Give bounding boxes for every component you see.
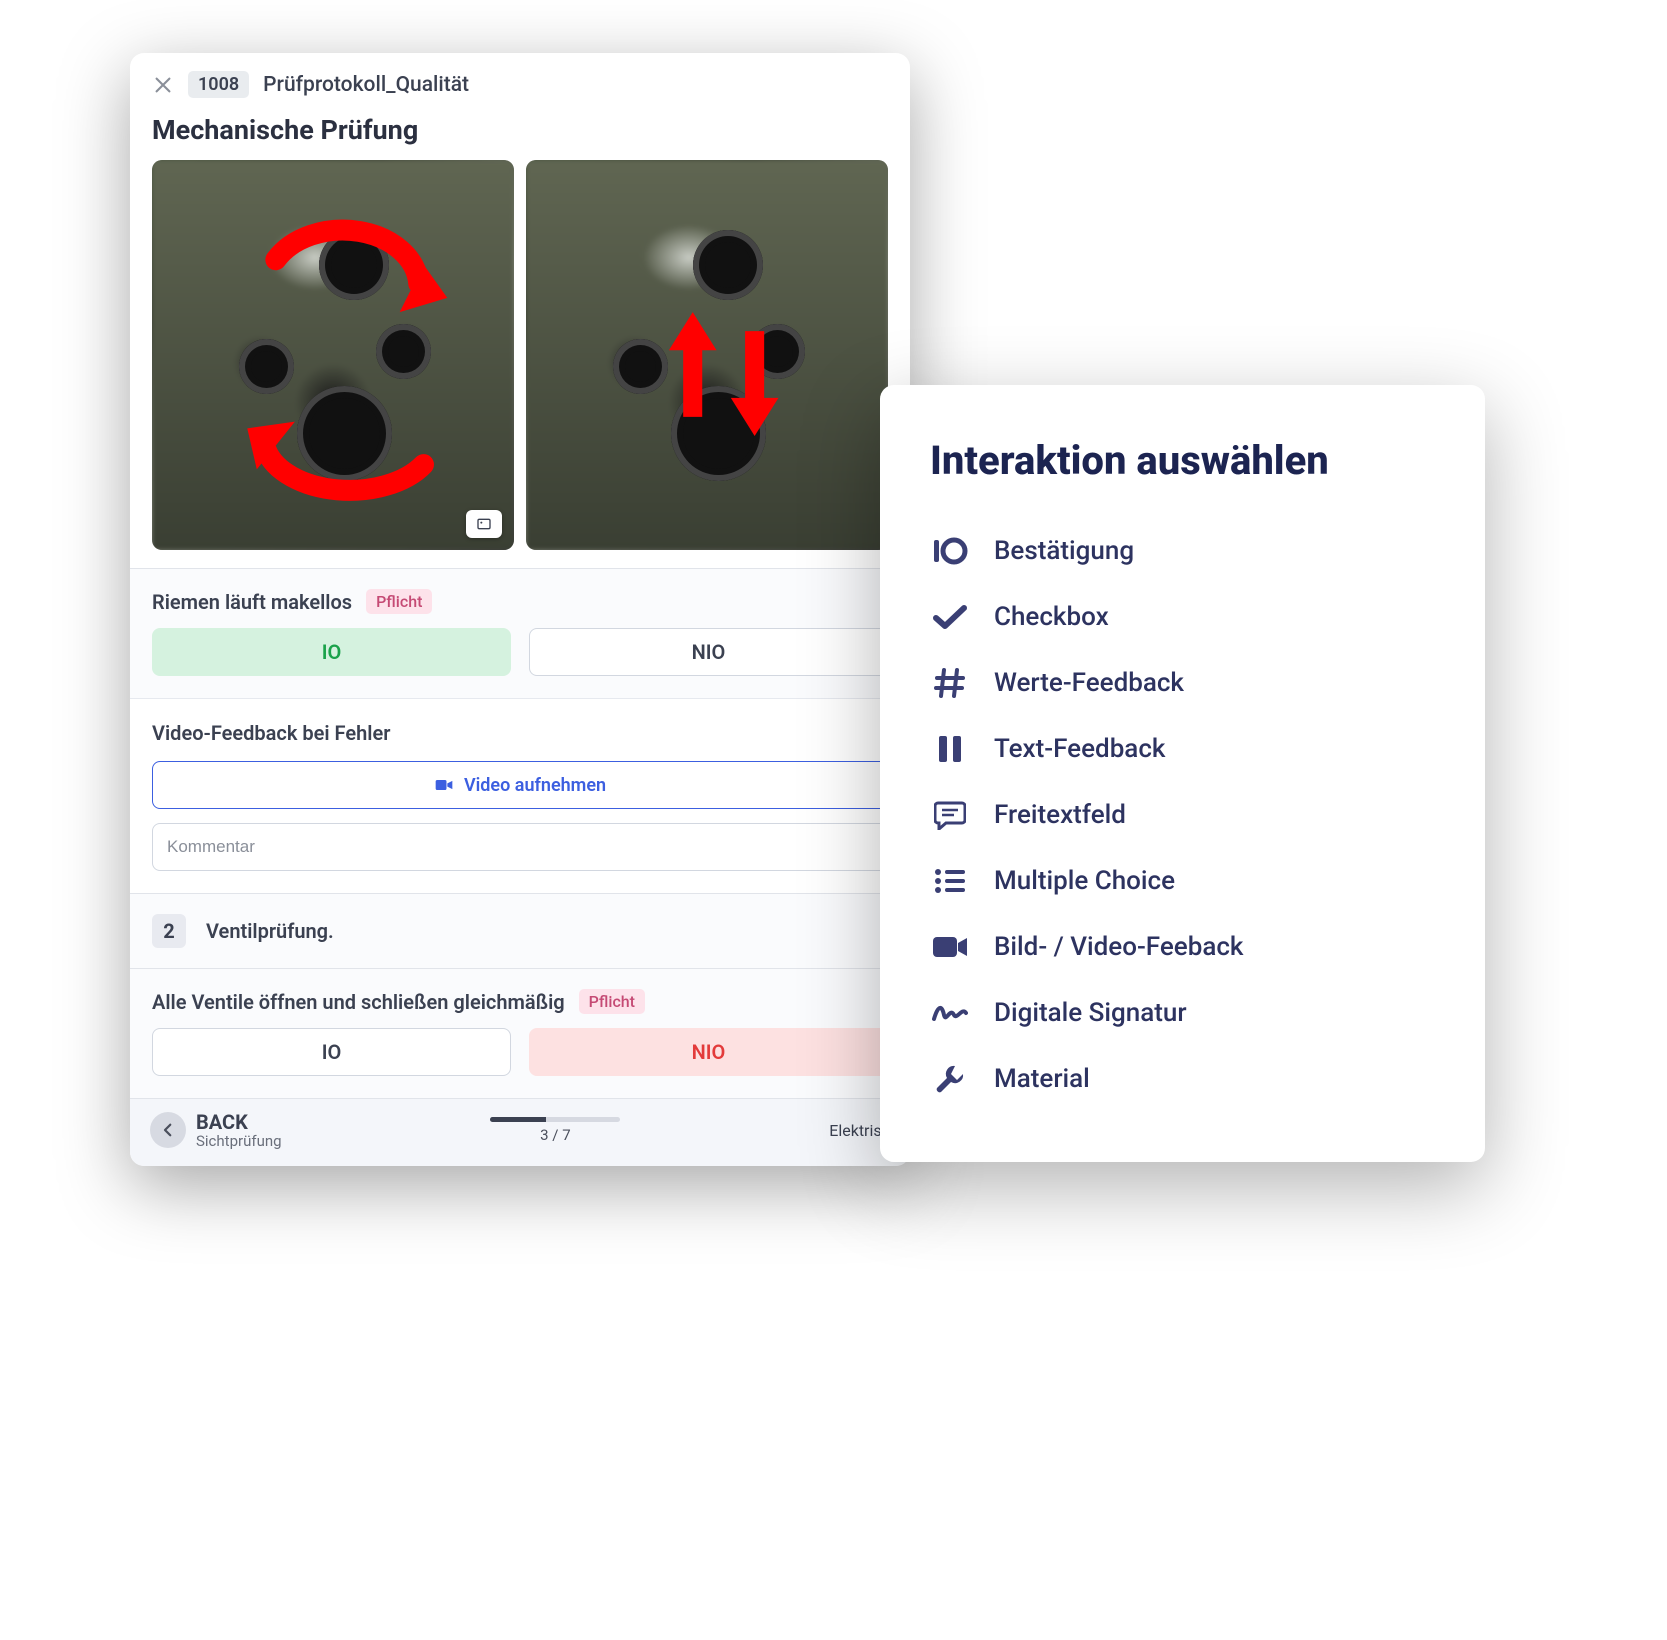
option-label: Checkbox xyxy=(994,602,1109,632)
camera-icon xyxy=(930,930,970,964)
image-belt-rotation[interactable] xyxy=(152,160,514,550)
required-badge: Pflicht xyxy=(579,989,645,1014)
checklist-app: 1008 Prüfprotokoll_Qualität Mechanische … xyxy=(130,53,910,1166)
option-label: Werte-Feedback xyxy=(994,668,1184,698)
back-button[interactable] xyxy=(150,1112,186,1148)
step-title: Ventilprüfung. xyxy=(206,919,334,943)
record-video-button[interactable]: Video aufnehmen xyxy=(152,761,888,809)
chat-icon xyxy=(930,798,970,832)
option-label: Bestätigung xyxy=(994,536,1134,566)
io-button[interactable]: IO xyxy=(152,1028,511,1076)
interaction-option-freitext[interactable]: Freitextfeld xyxy=(930,782,1437,848)
interaction-option-multiple[interactable]: Multiple Choice xyxy=(930,848,1437,914)
progress: 3 / 7 xyxy=(490,1117,620,1144)
video-icon xyxy=(434,775,454,795)
interaction-option-material[interactable]: Material xyxy=(930,1046,1437,1112)
progress-label: 3 / 7 xyxy=(540,1126,571,1144)
back-label: BACK xyxy=(196,1111,282,1133)
option-label: Digitale Signatur xyxy=(994,998,1187,1028)
option-label: Text-Feedback xyxy=(994,734,1165,764)
check-block-1: Riemen läuft makellos Pflicht IO NIO xyxy=(130,568,910,698)
comment-input[interactable] xyxy=(152,823,888,871)
option-label: Material xyxy=(994,1064,1090,1094)
back-sub: Sichtprüfung xyxy=(196,1133,282,1150)
nio-button[interactable]: NIO xyxy=(529,628,888,676)
interaction-picker: Interaktion auswählen Bestätigung Checkbo… xyxy=(880,385,1485,1162)
io-button[interactable]: IO xyxy=(152,628,511,676)
io-text-icon xyxy=(930,534,970,568)
interaction-option-checkbox[interactable]: Checkbox xyxy=(930,584,1437,650)
footer-nav: BACK Sichtprüfung 3 / 7 Elektrisc xyxy=(130,1098,910,1166)
option-label: Multiple Choice xyxy=(994,866,1175,896)
interaction-option-signatur[interactable]: Digitale Signatur xyxy=(930,980,1437,1046)
interaction-option-bestaetigung[interactable]: Bestätigung xyxy=(930,518,1437,584)
interaction-option-werte[interactable]: Werte-Feedback xyxy=(930,650,1437,716)
interaction-option-media[interactable]: Bild- / Video-Feeback xyxy=(930,914,1437,980)
step-header: 2 Ventilprüfung. xyxy=(130,893,910,968)
wrench-icon xyxy=(930,1062,970,1096)
interaction-option-text[interactable]: Text-Feedback xyxy=(930,716,1437,782)
app-header: 1008 Prüfprotokoll_Qualität xyxy=(130,53,910,108)
chevron-left-icon xyxy=(159,1121,177,1139)
close-icon[interactable] xyxy=(152,74,174,96)
option-label: Freitextfeld xyxy=(994,800,1126,830)
image-row xyxy=(130,160,910,550)
video-feedback-block: Video-Feedback bei Fehler Video aufnehme… xyxy=(130,698,910,893)
check-block-2: Alle Ventile öffnen und schließen gleich… xyxy=(130,968,910,1098)
hash-icon xyxy=(930,666,970,700)
list-icon xyxy=(930,864,970,898)
nio-button[interactable]: NIO xyxy=(529,1028,888,1076)
check2-label: Alle Ventile öffnen und schließen gleich… xyxy=(152,990,565,1014)
protocol-id-badge: 1008 xyxy=(188,71,249,98)
check1-label: Riemen läuft makellos xyxy=(152,590,352,614)
required-badge: Pflicht xyxy=(366,589,432,614)
record-video-label: Video aufnehmen xyxy=(464,775,606,796)
image-expand-icon[interactable] xyxy=(466,510,502,538)
squiggle-icon xyxy=(930,996,970,1030)
video-block-title: Video-Feedback bei Fehler xyxy=(152,721,888,745)
progress-fill xyxy=(490,1117,546,1122)
image-valve-movement[interactable] xyxy=(526,160,888,550)
step-number: 2 xyxy=(152,914,186,948)
protocol-name: Prüfprotokoll_Qualität xyxy=(263,73,469,97)
check-icon xyxy=(930,600,970,634)
section-title: Mechanische Prüfung xyxy=(130,108,910,160)
option-label: Bild- / Video-Feeback xyxy=(994,932,1243,962)
pause-icon xyxy=(930,732,970,766)
panel-title: Interaktion auswählen xyxy=(930,437,1437,484)
